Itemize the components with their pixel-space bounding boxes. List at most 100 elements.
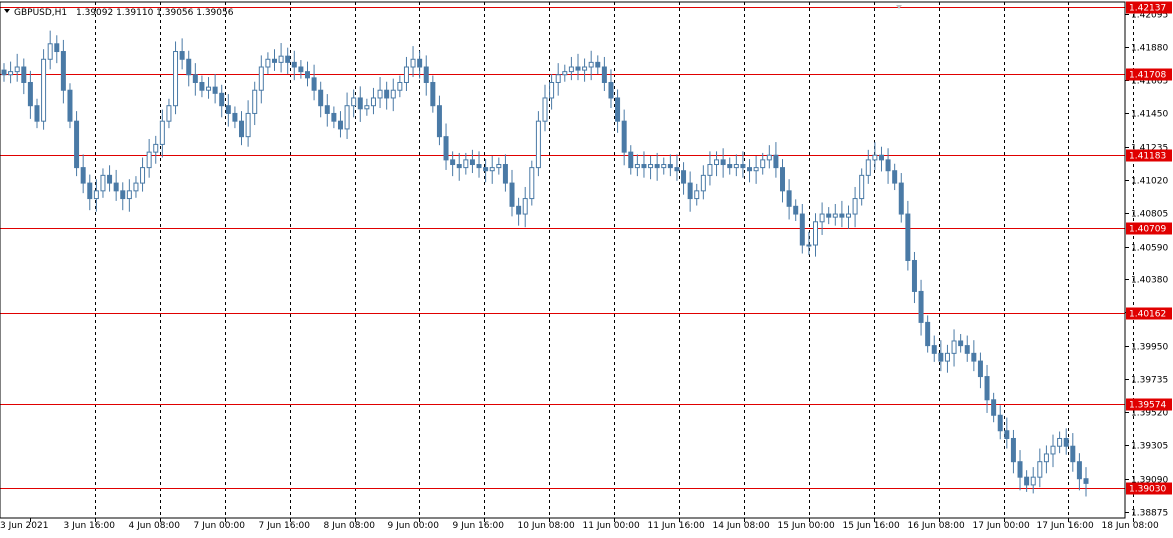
candle-body — [192, 74, 198, 83]
candle-body — [568, 66, 574, 73]
candle-body — [463, 159, 469, 169]
candle-body — [173, 51, 179, 107]
time-tick-label: 10 Jun 08:00 — [518, 521, 575, 531]
candle-body — [634, 164, 640, 169]
candle — [41, 49, 47, 130]
candle-body — [944, 352, 950, 362]
candle-body — [1, 69, 7, 76]
candle-body — [206, 86, 212, 91]
candle — [529, 160, 535, 206]
candle-body — [219, 92, 225, 107]
candle-body — [819, 213, 825, 223]
candle-body — [720, 159, 726, 166]
candle-body — [1083, 478, 1089, 484]
candle-body — [760, 159, 766, 169]
candle — [535, 111, 541, 177]
candle-body — [41, 58, 47, 122]
candle-body — [780, 167, 786, 192]
candle — [74, 111, 80, 177]
candle-body — [423, 66, 429, 83]
candle-body — [806, 244, 812, 247]
price-level-tag-label: 1.40709 — [1129, 225, 1166, 235]
candle-body — [291, 61, 297, 68]
candle-body — [126, 190, 132, 200]
price-tick-label: 1.40380 — [1131, 276, 1168, 286]
candle-body — [793, 205, 799, 215]
price-tick-label: 1.39950 — [1131, 343, 1168, 353]
candle-body — [984, 376, 990, 401]
symbol-timeframe-label: GBPUSD,H1 — [14, 8, 67, 18]
candle-body — [1024, 476, 1030, 486]
price-tick-label: 1.38875 — [1131, 509, 1168, 519]
price-tick-label: 1.39305 — [1131, 442, 1168, 452]
candle-body — [628, 151, 634, 169]
candle-body — [786, 190, 792, 207]
candle-body — [766, 154, 772, 161]
candle-body — [588, 61, 594, 68]
candle-body — [832, 213, 838, 218]
candle-body — [911, 259, 917, 292]
candle-body — [265, 58, 271, 68]
candle-body — [80, 167, 86, 184]
candle-body — [977, 360, 983, 378]
candle-body — [892, 170, 898, 184]
candle-body — [430, 81, 436, 107]
ohlc-readout: 1.39092 1.39110 1.39056 1.39056 — [76, 8, 234, 18]
candle-body — [357, 97, 363, 110]
candle-body — [707, 164, 713, 176]
candle-body — [245, 112, 251, 138]
candle-body — [839, 213, 845, 218]
candle-body — [179, 51, 185, 60]
candle-body — [1050, 445, 1056, 455]
candle-body — [153, 143, 159, 153]
time-tick-label: 17 Jun 00:00 — [973, 521, 1030, 531]
candle-body — [925, 321, 931, 347]
candle-body — [958, 340, 964, 347]
candle-body — [74, 120, 80, 169]
candle-body — [186, 58, 192, 76]
time-tick-label: 9 Jun 16:00 — [453, 521, 505, 531]
candle-body — [34, 105, 40, 122]
candle-body — [298, 66, 304, 73]
candle-body — [285, 55, 291, 63]
candle-body — [21, 66, 27, 83]
candle-body — [1004, 430, 1010, 439]
candle-body — [529, 167, 535, 200]
candle-body — [107, 174, 113, 184]
candle-body — [522, 198, 528, 215]
candle-body — [951, 340, 957, 354]
time-tick-label: 3 Jun 2021 — [0, 521, 48, 531]
time-tick-label: 11 Jun 16:00 — [648, 521, 705, 531]
candle-body — [258, 66, 264, 91]
chart-window[interactable]: 1.42095 1.41880 1.41665 1.41450 1.41235 1.410… — [0, 0, 1173, 538]
candle-body — [799, 213, 805, 246]
candle-body — [997, 414, 1003, 432]
candle-body — [390, 89, 396, 99]
time-tick-label: 15 Jun 00:00 — [778, 521, 835, 531]
candle-body — [753, 167, 759, 172]
candle-body — [54, 43, 60, 53]
price-chart[interactable]: 1.420951.418801.416651.414501.412351.410… — [0, 0, 1173, 538]
candle-body — [681, 170, 687, 184]
candle-body — [898, 182, 904, 215]
candle-body — [971, 352, 977, 362]
candle-body — [601, 66, 607, 83]
candle-body — [931, 345, 937, 354]
candle-body — [318, 89, 324, 107]
candle-body — [397, 81, 403, 91]
candle-body — [516, 205, 522, 215]
price-tick-label: 1.39735 — [1131, 376, 1168, 386]
candle-body — [549, 81, 555, 99]
candle-body — [278, 55, 284, 63]
price-tick-label: 1.41020 — [1131, 177, 1168, 187]
candle-body — [878, 154, 884, 161]
candle-body — [324, 105, 330, 114]
candle-body — [239, 120, 245, 138]
candle-body — [483, 167, 489, 172]
candle-body — [595, 61, 601, 68]
candle-body — [120, 190, 126, 200]
candle-body — [337, 120, 343, 130]
candle-body — [331, 112, 337, 122]
candle-body — [1037, 461, 1043, 478]
candle-body — [1030, 476, 1036, 486]
